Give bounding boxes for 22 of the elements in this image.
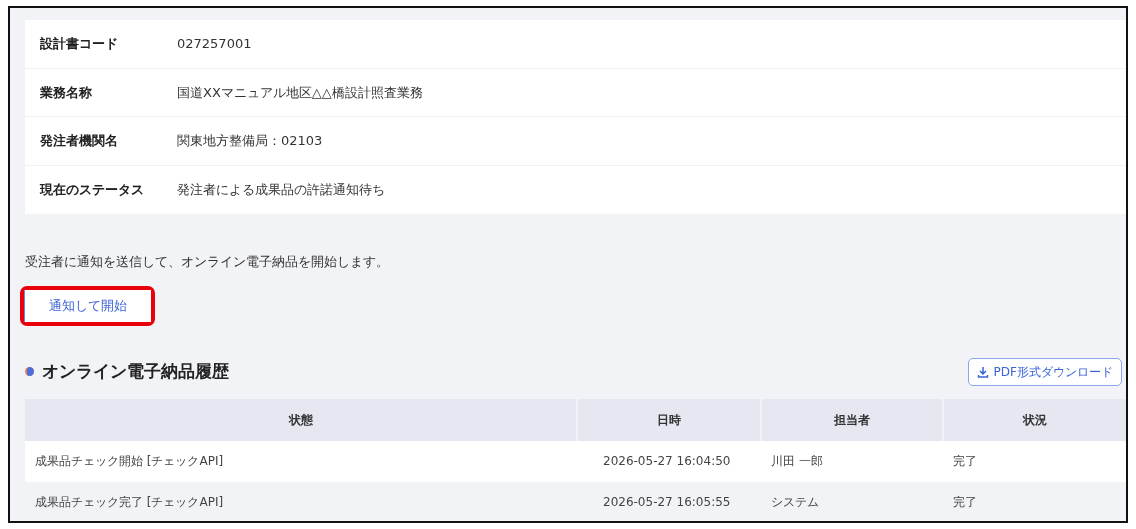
table-cell: 2026-05-27 16:04:50 bbox=[577, 440, 761, 482]
field-label: 業務名称 bbox=[40, 83, 93, 102]
column-header: 日時 bbox=[577, 398, 761, 441]
field-value: 発注者による成果品の許諾通知待ち bbox=[177, 181, 385, 199]
field-label: 発注者機関名 bbox=[40, 132, 119, 150]
column-header: 担当者 bbox=[761, 398, 943, 441]
field-value: 関東地方整備局：02103 bbox=[177, 132, 323, 150]
notice-text: 受注者に通知を送信して、オンライン電子納品を開始します。 bbox=[25, 253, 390, 271]
table-cell: 成果品チェック開始 [チェックAPI] bbox=[25, 440, 577, 482]
column-header: 状況 bbox=[943, 398, 1126, 441]
table-cell: 完了 bbox=[943, 440, 1126, 482]
download-button[interactable]: PDF形式ダウンロード bbox=[967, 357, 1122, 386]
field-label: 設計書コード bbox=[40, 35, 119, 53]
start-button[interactable]: 通知して開始 bbox=[24, 289, 151, 322]
download-icon bbox=[976, 365, 989, 378]
table-cell: 川田 一郎 bbox=[761, 440, 943, 482]
section-title: オンライン電子納品履歴 bbox=[42, 359, 229, 383]
field-label: 現在のステータス bbox=[40, 181, 145, 199]
column-header: 状態 bbox=[25, 398, 577, 441]
dot-icon bbox=[25, 367, 34, 376]
field-value: 国道XXマニュアル地区△△橋設計照査業務 bbox=[177, 83, 423, 102]
field-value: 027257001 bbox=[177, 35, 252, 53]
